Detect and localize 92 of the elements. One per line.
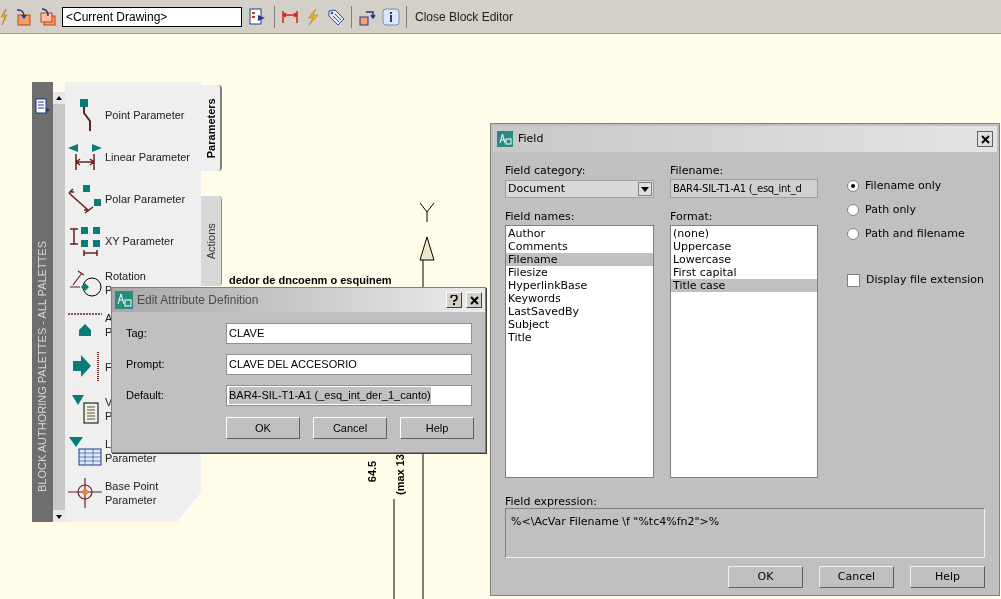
field-label: Tag:: [126, 326, 148, 342]
list-item[interactable]: First capital: [671, 266, 817, 279]
palette-item-label[interactable]: Parameter: [105, 493, 159, 507]
dialog-button[interactable]: Cancel: [313, 417, 387, 439]
radio-label: Path and filename: [865, 225, 965, 242]
drawing-note: dedor de dncoenm o esquinem: [229, 274, 392, 286]
list-item[interactable]: Author: [506, 227, 653, 240]
list-item[interactable]: Lowercase: [671, 253, 817, 266]
palette-item-label[interactable]: Rotation: [105, 269, 146, 283]
dialog-button[interactable]: OK: [728, 566, 803, 588]
dialog-title: Edit Attribute Definition: [137, 292, 260, 309]
palette-title: BLOCK AUTHORING PALETTES - ALL PALETTES: [35, 240, 49, 492]
info-icon: [382, 7, 400, 26]
xy-parameter-icon: [69, 225, 101, 257]
dialog-button[interactable]: Help: [910, 566, 985, 588]
radio-label: Filename only: [865, 177, 942, 194]
palette-item-label[interactable]: Linear Parameter: [105, 150, 190, 164]
scrollbar[interactable]: [53, 92, 65, 522]
drawing-combo[interactable]: <Current Drawing>: [62, 6, 242, 27]
dimension-text: 64.5: [367, 460, 379, 483]
list-item[interactable]: Filesize: [506, 266, 653, 279]
field-label: Prompt:: [126, 357, 166, 373]
list-item[interactable]: Uppercase: [671, 240, 817, 253]
close-icon: [469, 295, 479, 305]
save-block-icon: [38, 7, 56, 26]
palette-item-label[interactable]: F: [105, 360, 112, 374]
checkbox[interactable]: [847, 273, 860, 287]
category-dropdown[interactable]: Document: [505, 180, 654, 198]
alignment-parameter-icon: [67, 313, 103, 337]
point-parameter-icon: [79, 98, 91, 132]
insert-block-icon: [14, 7, 32, 26]
radio-label: Path only: [865, 201, 916, 218]
dimension-icon: [281, 8, 299, 25]
question-icon: [450, 295, 458, 305]
linear-parameter-icon: [67, 143, 103, 171]
help-button[interactable]: [446, 292, 462, 308]
text-field[interactable]: BAR4-SIL-T1-A1 (_esq_int_der_1_canto): [226, 385, 472, 406]
tag-icon: [327, 7, 345, 26]
radio-button[interactable]: [847, 204, 859, 216]
dimension-note: (max 13: [395, 454, 406, 495]
field-label: Format:: [670, 209, 714, 225]
palette-item-label[interactable]: Base Point: [105, 479, 159, 493]
down-arrow-icon: [55, 514, 63, 521]
close-icon: [980, 134, 990, 144]
field-label: Field names:: [505, 209, 576, 225]
palette-item-label[interactable]: XY Parameter: [105, 234, 174, 248]
close-block-editor-button[interactable]: Close Block Editor: [413, 7, 516, 26]
text-field[interactable]: CLAVE DEL ACCESORIO: [226, 354, 472, 375]
flip-parameter-icon: [71, 351, 99, 383]
y-axis-symbol: [419, 202, 435, 223]
field-label: Field expression:: [505, 494, 598, 508]
dialog-button[interactable]: OK: [226, 417, 300, 439]
palette-tab[interactable]: Parameters: [201, 85, 222, 171]
field-label: Field category:: [505, 163, 587, 179]
palette-item-label[interactable]: Point Parameter: [105, 108, 185, 122]
radio-button[interactable]: [847, 228, 859, 240]
up-arrow-icon: [55, 94, 63, 101]
palette-item-label[interactable]: Parameter: [105, 451, 157, 465]
lookup-parameter-icon: [68, 436, 102, 466]
list-item[interactable]: Title case: [671, 279, 817, 292]
list-item[interactable]: Subject: [506, 318, 653, 331]
expression-field[interactable]: %<\AcVar Filename \f "%tc4%fn2">%: [505, 508, 985, 558]
field-label: Filename:: [670, 163, 725, 179]
app-icon: [115, 291, 133, 309]
lightning-icon: [305, 7, 321, 26]
rotation-parameter-icon: [68, 269, 102, 297]
list-item[interactable]: LastSavedBy: [506, 305, 653, 318]
visibility-parameter-icon: [71, 394, 99, 424]
triangle-marker: [419, 236, 435, 261]
dropdown-icon: [641, 186, 649, 192]
list-item[interactable]: Comments: [506, 240, 653, 253]
list-item[interactable]: Filename: [506, 253, 653, 266]
radio-button[interactable]: [847, 180, 859, 192]
base-point-icon: [67, 477, 103, 509]
list-item[interactable]: Title: [506, 331, 653, 344]
dialog-title: Field: [518, 130, 545, 147]
list-item[interactable]: Keywords: [506, 292, 653, 305]
dialog-button[interactable]: Cancel: [819, 566, 894, 588]
list-item[interactable]: HyperlinkBase: [506, 279, 653, 292]
field-label: Default:: [126, 388, 165, 404]
palette-item-label[interactable]: Polar Parameter: [105, 192, 186, 206]
palette-tab[interactable]: Actions: [201, 196, 222, 286]
list-item[interactable]: (none): [671, 227, 817, 240]
dialog-button[interactable]: Help: [400, 417, 474, 439]
filename-field[interactable]: BAR4-SIL-T1-A1 (_esq_int_d: [670, 179, 818, 198]
text-field[interactable]: CLAVE: [226, 323, 472, 344]
app-icon: [497, 131, 513, 147]
lightning-icon: [0, 7, 8, 26]
checkbox-label: Display file extension: [866, 272, 984, 288]
properties-icon: [34, 98, 51, 116]
close-button[interactable]: [977, 131, 993, 147]
polar-parameter-icon: [68, 184, 102, 214]
